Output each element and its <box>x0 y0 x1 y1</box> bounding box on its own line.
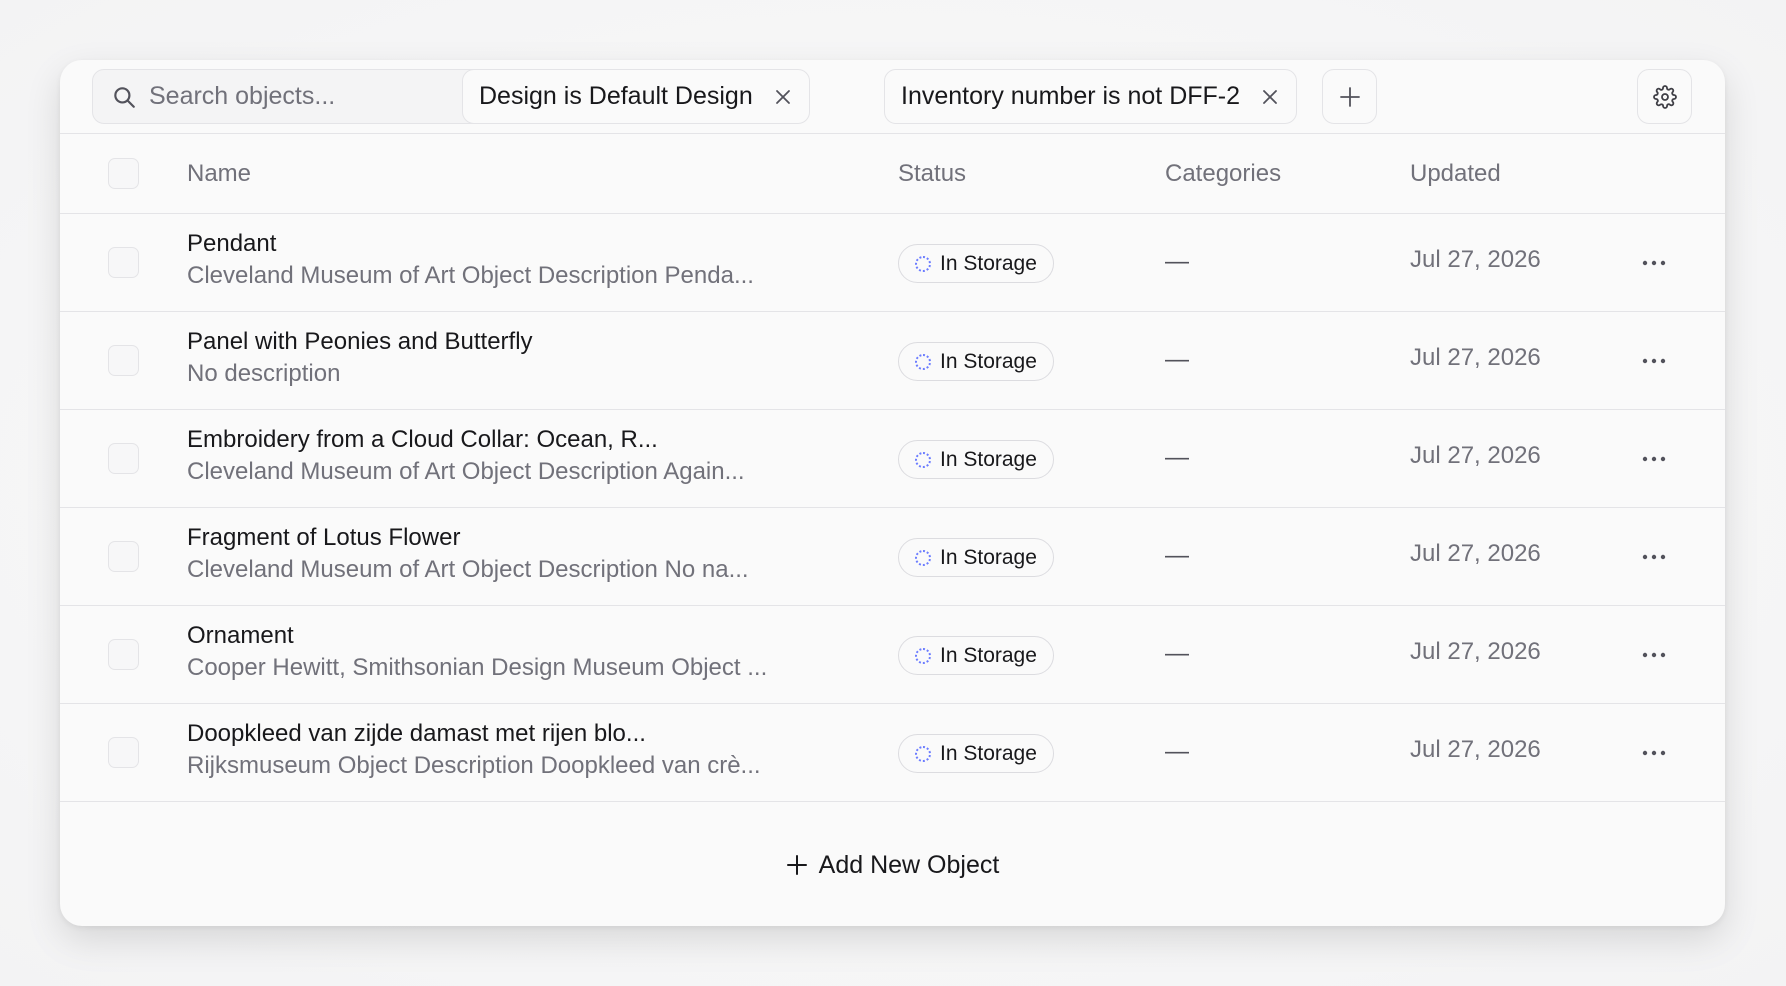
dotted-circle-icon <box>915 353 931 370</box>
filter-chip-inventory[interactable]: Inventory number is not DFF-2 <box>884 69 1298 124</box>
row-actions-button[interactable] <box>1638 541 1670 573</box>
row-checkbox[interactable] <box>108 345 139 376</box>
updated-date: Jul 27, 2026 <box>1410 540 1541 567</box>
categories-value: — <box>1165 346 1189 373</box>
dotted-circle-icon <box>915 451 931 468</box>
add-new-object-button[interactable]: Add New Object <box>786 850 1000 880</box>
status-label: In Storage <box>940 349 1037 373</box>
object-name[interactable]: Ornament <box>187 622 294 650</box>
row-checkbox[interactable] <box>108 737 139 768</box>
close-icon[interactable] <box>1260 87 1280 107</box>
categories-value: — <box>1165 640 1189 667</box>
page-background: Design is Default Design Inventory numbe… <box>0 0 1786 986</box>
object-name[interactable]: Pendant <box>187 230 276 258</box>
object-description: Cleveland Museum of Art Object Descripti… <box>187 262 754 289</box>
categories-value: — <box>1165 248 1189 275</box>
more-horizontal-icon <box>1642 358 1666 364</box>
row-actions-button[interactable] <box>1638 247 1670 279</box>
table-row[interactable]: Embroidery from a Cloud Collar: Ocean, R… <box>60 410 1725 508</box>
plus-icon <box>786 855 807 875</box>
filter-chip-label: Design is Default Design <box>479 82 753 110</box>
add-filter-button[interactable] <box>1322 69 1377 124</box>
status-label: In Storage <box>940 447 1037 471</box>
object-name[interactable]: Doopkleed van zijde damast met rijen blo… <box>187 720 646 748</box>
row-checkbox[interactable] <box>108 639 139 670</box>
row-checkbox[interactable] <box>108 247 139 278</box>
more-horizontal-icon <box>1642 260 1666 266</box>
row-actions-button[interactable] <box>1638 639 1670 671</box>
table-row[interactable]: Ornament Cooper Hewitt, Smithsonian Desi… <box>60 606 1725 704</box>
object-description: Cooper Hewitt, Smithsonian Design Museum… <box>187 654 768 681</box>
plus-icon <box>1339 86 1360 107</box>
updated-date: Jul 27, 2026 <box>1410 736 1541 763</box>
object-name[interactable]: Panel with Peonies and Butterfly <box>187 328 533 356</box>
search-input[interactable] <box>149 82 489 111</box>
status-label: In Storage <box>940 741 1037 765</box>
object-description: Rijksmuseum Object Description Doopkleed… <box>187 752 761 779</box>
row-checkbox[interactable] <box>108 541 139 572</box>
updated-date: Jul 27, 2026 <box>1410 442 1541 469</box>
status-badge[interactable]: In Storage <box>898 342 1054 381</box>
select-all-checkbox[interactable] <box>108 158 139 189</box>
table-footer: Add New Object <box>60 804 1725 926</box>
more-horizontal-icon <box>1642 652 1666 658</box>
close-icon[interactable] <box>773 87 793 107</box>
column-header-categories[interactable]: Categories <box>1165 160 1281 188</box>
more-horizontal-icon <box>1642 750 1666 756</box>
column-header-status[interactable]: Status <box>898 160 966 188</box>
updated-date: Jul 27, 2026 <box>1410 246 1541 273</box>
status-label: In Storage <box>940 643 1037 667</box>
add-new-object-label: Add New Object <box>818 850 1000 879</box>
categories-value: — <box>1165 542 1189 569</box>
categories-value: — <box>1165 738 1189 765</box>
objects-panel: Design is Default Design Inventory numbe… <box>60 60 1725 926</box>
table-header: Name Status Categories Updated <box>60 134 1725 214</box>
object-description: Cleveland Museum of Art Object Descripti… <box>187 556 749 583</box>
table-row[interactable]: Fragment of Lotus Flower Cleveland Museu… <box>60 508 1725 606</box>
table-row[interactable]: Pendant Cleveland Museum of Art Object D… <box>60 214 1725 312</box>
table-row[interactable]: Doopkleed van zijde damast met rijen blo… <box>60 704 1725 802</box>
status-badge[interactable]: In Storage <box>898 440 1054 479</box>
search-icon <box>114 86 135 108</box>
dotted-circle-icon <box>915 745 931 762</box>
filter-chip-design[interactable]: Design is Default Design <box>462 69 810 124</box>
more-horizontal-icon <box>1642 456 1666 462</box>
status-badge[interactable]: In Storage <box>898 636 1054 675</box>
filter-toolbar: Design is Default Design Inventory numbe… <box>60 60 1725 134</box>
dotted-circle-icon <box>915 255 931 272</box>
status-badge[interactable]: In Storage <box>898 734 1054 773</box>
row-actions-button[interactable] <box>1638 737 1670 769</box>
row-checkbox[interactable] <box>108 443 139 474</box>
column-header-updated[interactable]: Updated <box>1410 160 1501 188</box>
updated-date: Jul 27, 2026 <box>1410 638 1541 665</box>
status-badge[interactable]: In Storage <box>898 538 1054 577</box>
dotted-circle-icon <box>915 549 931 566</box>
object-name[interactable]: Embroidery from a Cloud Collar: Ocean, R… <box>187 426 658 454</box>
more-horizontal-icon <box>1642 554 1666 560</box>
status-label: In Storage <box>940 251 1037 275</box>
object-description: Cleveland Museum of Art Object Descripti… <box>187 458 745 485</box>
row-actions-button[interactable] <box>1638 345 1670 377</box>
gear-icon <box>1652 84 1677 109</box>
dotted-circle-icon <box>915 647 931 664</box>
settings-button[interactable] <box>1637 69 1692 124</box>
table-row[interactable]: Panel with Peonies and Butterfly No desc… <box>60 312 1725 410</box>
search-box[interactable] <box>92 69 507 124</box>
categories-value: — <box>1165 444 1189 471</box>
column-header-name[interactable]: Name <box>187 160 251 188</box>
status-badge[interactable]: In Storage <box>898 244 1054 283</box>
status-label: In Storage <box>940 545 1037 569</box>
row-actions-button[interactable] <box>1638 443 1670 475</box>
filter-chip-label: Inventory number is not DFF-2 <box>901 82 1241 110</box>
object-name[interactable]: Fragment of Lotus Flower <box>187 524 460 552</box>
object-description: No description <box>187 360 341 387</box>
updated-date: Jul 27, 2026 <box>1410 344 1541 371</box>
